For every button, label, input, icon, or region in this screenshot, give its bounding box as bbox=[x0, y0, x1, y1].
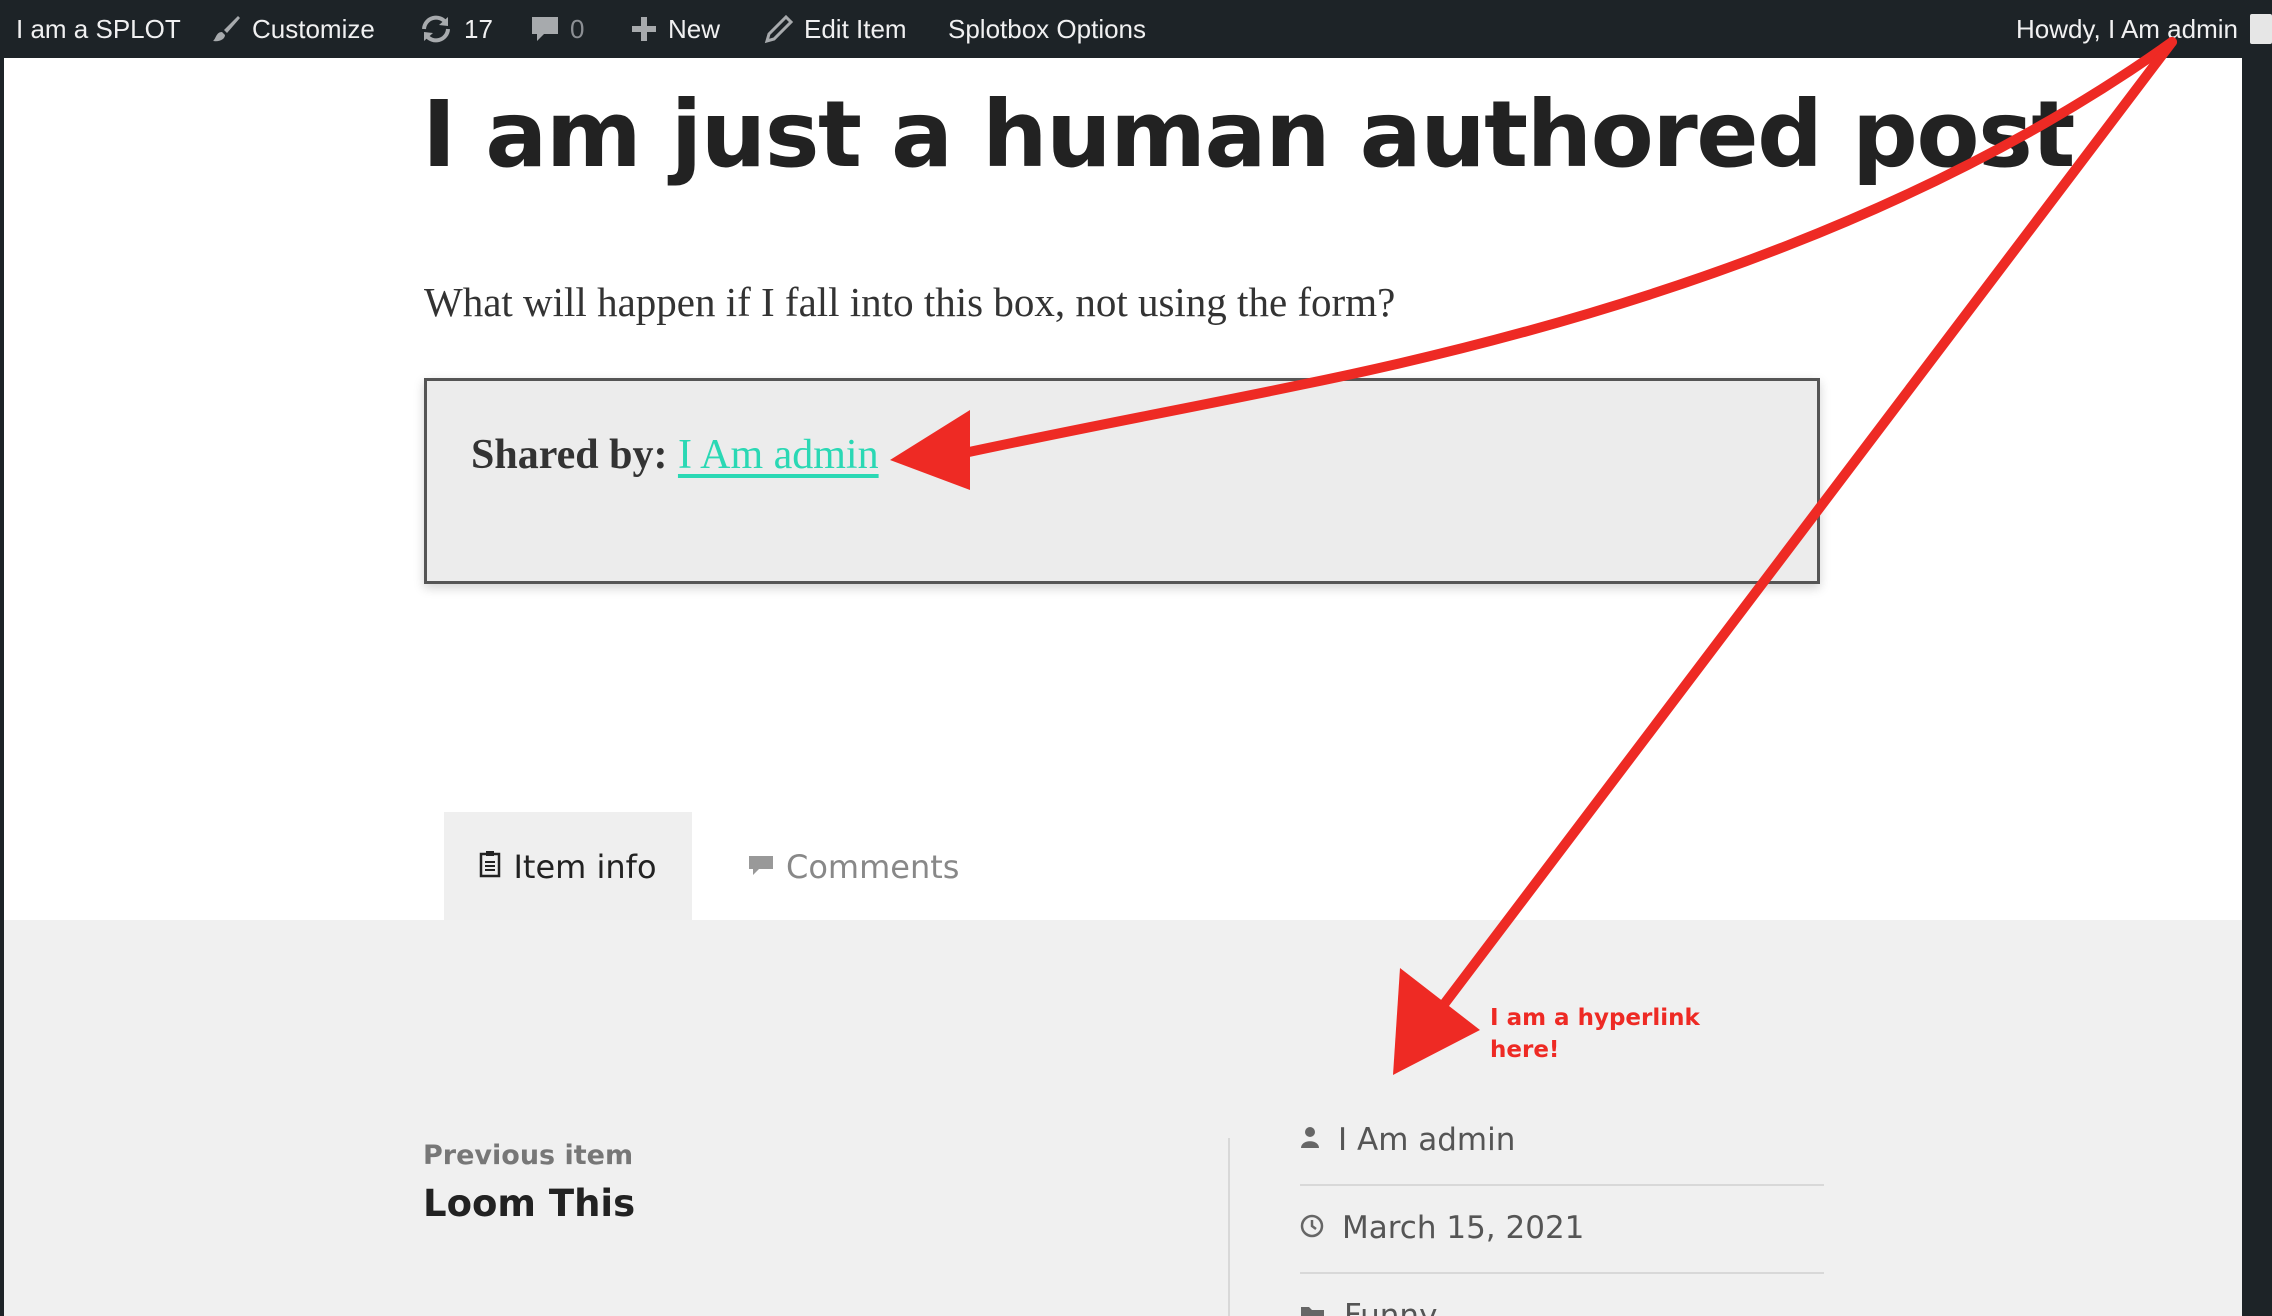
splotbox-options-link[interactable]: Splotbox Options bbox=[948, 0, 1146, 58]
paintbrush-icon bbox=[210, 13, 242, 45]
customize-link[interactable]: Customize bbox=[210, 0, 375, 58]
annotation-note: I am a hyperlink here! bbox=[1490, 1005, 1700, 1064]
user-icon bbox=[1300, 1122, 1320, 1158]
shared-by-box: Shared by: I Am admin bbox=[424, 378, 1820, 584]
tab-comments-label: Comments bbox=[786, 848, 960, 886]
comments-link[interactable]: 0 bbox=[530, 0, 584, 58]
avatar[interactable] bbox=[2250, 14, 2272, 44]
previous-item-label: Previous item bbox=[423, 1140, 634, 1171]
updates-count: 17 bbox=[464, 13, 493, 44]
speech-bubble-icon bbox=[748, 848, 774, 886]
pencil-icon bbox=[764, 14, 794, 44]
comment-bubble-icon bbox=[530, 14, 560, 44]
new-content-link[interactable]: New bbox=[630, 0, 720, 58]
customize-label: Customize bbox=[252, 13, 375, 44]
edit-item-link[interactable]: Edit Item bbox=[764, 0, 907, 58]
admin-bar: I am a SPLOT Customize 17 0 New Edit Ite… bbox=[0, 0, 2272, 58]
folder-icon bbox=[1300, 1298, 1326, 1316]
shared-by-author-link[interactable]: I Am admin bbox=[678, 432, 879, 478]
shared-by-line: Shared by: I Am admin bbox=[471, 431, 879, 479]
meta-date: March 15, 2021 bbox=[1342, 1210, 1585, 1246]
item-info-panel: Previous item Loom This I Am admin March… bbox=[4, 920, 2242, 1316]
tab-comments[interactable]: Comments bbox=[748, 812, 959, 922]
window-edge bbox=[2242, 58, 2272, 1316]
updates-link[interactable]: 17 bbox=[418, 0, 493, 58]
edit-item-label: Edit Item bbox=[804, 13, 907, 44]
panel-divider bbox=[1228, 1138, 1230, 1316]
clipboard-icon bbox=[479, 848, 501, 886]
meta-category-link[interactable]: Funny bbox=[1344, 1298, 1437, 1316]
post-intro-text: What will happen if I fall into this box… bbox=[424, 279, 1396, 325]
tab-item-info-label: Item info bbox=[513, 848, 657, 886]
previous-item-title: Loom This bbox=[423, 1182, 636, 1225]
site-name-link[interactable]: I am a SPLOT bbox=[16, 0, 181, 58]
meta-author-row: I Am admin bbox=[1300, 1096, 1824, 1186]
meta-date-row: March 15, 2021 bbox=[1300, 1184, 1824, 1274]
account-menu[interactable]: Howdy, I Am admin bbox=[2016, 0, 2238, 58]
site-name-label: I am a SPLOT bbox=[16, 13, 181, 44]
tab-item-info[interactable]: Item info bbox=[444, 812, 692, 922]
meta-author-link[interactable]: I Am admin bbox=[1338, 1122, 1515, 1158]
comments-count: 0 bbox=[570, 13, 585, 44]
refresh-icon bbox=[418, 13, 454, 45]
splotbox-options-label: Splotbox Options bbox=[948, 13, 1147, 44]
page-title: I am just a human authored post bbox=[422, 81, 2075, 188]
page-content: I am just a human authored post What wil… bbox=[4, 58, 2242, 1316]
shared-by-label: Shared by: bbox=[471, 432, 668, 478]
new-label: New bbox=[668, 13, 721, 44]
meta-category-row: Funny bbox=[1300, 1272, 1824, 1316]
clock-icon bbox=[1300, 1210, 1324, 1246]
plus-icon bbox=[630, 15, 658, 43]
howdy-label: Howdy, I Am admin bbox=[2015, 13, 2238, 44]
